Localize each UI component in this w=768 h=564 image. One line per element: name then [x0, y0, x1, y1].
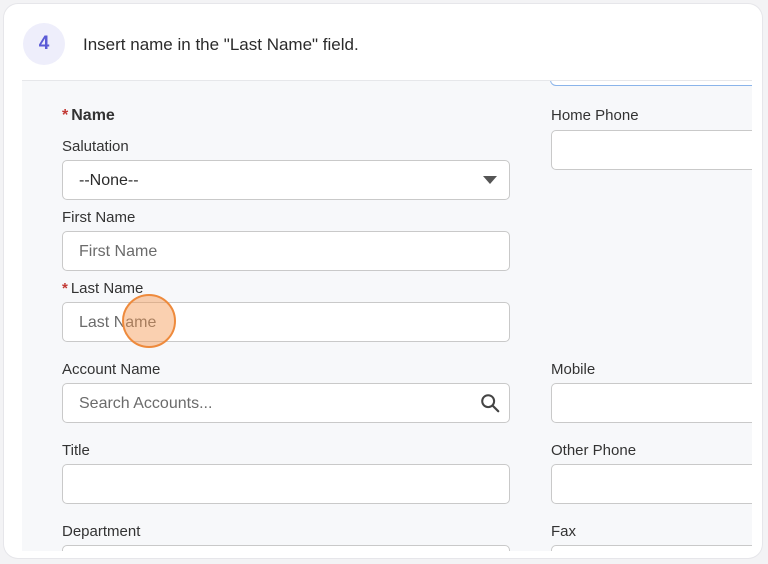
- account-name-placeholder: Search Accounts...: [79, 395, 213, 412]
- account-name-label: Account Name: [62, 361, 161, 378]
- mobile-label: Mobile: [551, 361, 596, 378]
- title-label: Title: [62, 442, 90, 459]
- department-field[interactable]: [62, 545, 510, 551]
- search-icon[interactable]: [479, 392, 501, 414]
- first-name-field[interactable]: First Name: [62, 231, 510, 271]
- mobile-field[interactable]: [551, 383, 752, 423]
- required-marker: *: [62, 107, 69, 124]
- salutation-select[interactable]: --None--: [62, 160, 510, 200]
- other-phone-label: Other Phone: [551, 442, 637, 459]
- last-name-label-text: Last Name: [70, 280, 144, 297]
- home-phone-field[interactable]: [551, 130, 752, 170]
- other-phone-field[interactable]: [551, 464, 752, 504]
- step-instruction: Insert name in the "Last Name" field.: [83, 35, 359, 54]
- last-name-label: * Last Name: [62, 280, 143, 297]
- fax-field[interactable]: [551, 545, 752, 551]
- name-section-label: * Name: [62, 107, 115, 125]
- name-section-text: Name: [71, 107, 115, 124]
- home-phone-label: Home Phone: [551, 107, 639, 124]
- fax-label: Fax: [551, 523, 577, 540]
- department-label: Department: [62, 523, 141, 540]
- focused-field-edge: [550, 81, 752, 86]
- account-name-search-field[interactable]: Search Accounts...: [62, 383, 510, 423]
- step-number: 4: [38, 33, 50, 54]
- step-number-badge: 4: [23, 23, 65, 65]
- first-name-label: First Name: [62, 209, 136, 226]
- chevron-down-icon: [483, 176, 497, 184]
- salutation-value: --None--: [79, 172, 139, 189]
- click-indicator: [122, 294, 176, 348]
- first-name-placeholder: First Name: [79, 243, 158, 260]
- salutation-label: Salutation: [62, 138, 129, 155]
- tutorial-card: 4 Insert name in the "Last Name" field. …: [4, 4, 762, 558]
- required-marker: *: [62, 280, 68, 297]
- title-field[interactable]: [62, 464, 510, 504]
